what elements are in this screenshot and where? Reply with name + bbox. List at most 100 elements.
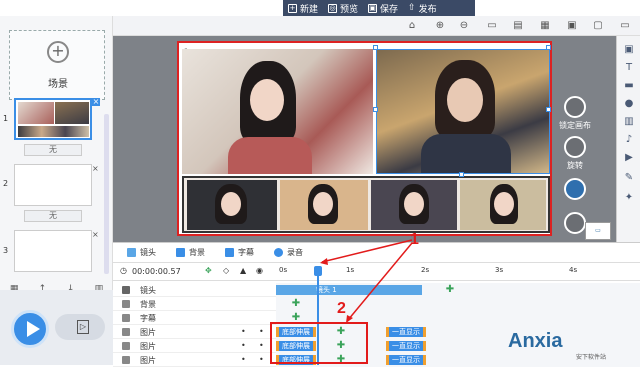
step-icon: ▷ xyxy=(77,320,89,334)
new-button[interactable]: + 新建 xyxy=(283,0,323,16)
top-menu-buttons: + 新建 ◎ 预览 ▣ 保存 ⇧ 发布 xyxy=(283,0,475,16)
add-scene-button[interactable]: + 场景 xyxy=(9,30,105,100)
playhead-handle[interactable] xyxy=(314,266,322,276)
tab-subtitle[interactable]: 字幕 xyxy=(225,247,254,258)
image-icon xyxy=(122,342,130,350)
resize-handle[interactable] xyxy=(546,107,551,112)
image-icon[interactable]: ▣ xyxy=(623,44,635,56)
shape-icon[interactable]: ▬ xyxy=(623,80,635,92)
transition-button-1[interactable]: 无 xyxy=(24,144,82,156)
crop-icon[interactable]: ▢ xyxy=(591,19,605,33)
preview-button[interactable]: ◎ 预览 xyxy=(323,0,363,16)
scene-thumbnail-1[interactable] xyxy=(14,98,92,140)
background-icon xyxy=(122,300,130,308)
tick-label: 0s xyxy=(279,266,288,274)
resize-handle[interactable] xyxy=(373,107,378,112)
track-row-background[interactable]: 背景 ✚ xyxy=(113,297,640,311)
keyframe-add-icon[interactable]: ✥ xyxy=(205,266,212,275)
scene-thumbnail-2[interactable] xyxy=(14,164,92,206)
annotation-number-1: 1 xyxy=(410,231,419,248)
resize-handle[interactable] xyxy=(459,172,464,177)
lock-canvas-icon[interactable] xyxy=(564,96,586,118)
tab-background[interactable]: 背景 xyxy=(176,247,205,258)
publish-label: 发布 xyxy=(418,4,437,15)
lock-track-icon[interactable]: ▲ xyxy=(240,266,246,275)
photo-large-right[interactable] xyxy=(376,49,550,174)
camera-clip[interactable]: 镜头 1 xyxy=(276,285,422,295)
exit-animation-tag[interactable]: 一直显示 xyxy=(386,355,426,365)
scene-canvas[interactable]: 1 xyxy=(177,41,552,236)
preview-label: 预览 xyxy=(340,4,359,15)
play-button[interactable] xyxy=(11,310,49,348)
scale-icon[interactable] xyxy=(564,212,586,234)
home-icon[interactable]: ⌂ xyxy=(405,19,419,33)
fullscreen-icon[interactable]: ▭ xyxy=(618,19,632,33)
row-label: 背景 xyxy=(140,300,156,309)
clock-icon: ◷ xyxy=(120,266,127,275)
pen-icon[interactable]: ✎ xyxy=(623,172,635,184)
watermark-logo: Anxia xyxy=(508,330,563,352)
transition-button-2[interactable]: 无 xyxy=(24,210,82,222)
top-menu-bar: + 新建 ◎ 预览 ▣ 保存 ⇧ 发布 xyxy=(0,0,640,16)
add-icon: + xyxy=(47,41,69,63)
scene-number: 2 xyxy=(3,179,9,188)
preview-icon: ◎ xyxy=(328,3,338,13)
zoom-in-icon[interactable]: ⊕ xyxy=(433,19,447,33)
annotation-box xyxy=(270,322,368,364)
photo-strip[interactable] xyxy=(182,176,550,233)
add-keyframe-icon[interactable]: ✚ xyxy=(290,298,302,310)
video-icon[interactable]: ▶ xyxy=(623,152,635,164)
new-file-icon: + xyxy=(288,3,297,13)
resize-handle[interactable] xyxy=(546,45,551,50)
canvas-toolbar: ⌂ ⊕ ⊖ ▭ ▤ ▦ ▣ ▢ ▭ xyxy=(113,16,640,36)
tab-record[interactable]: 录音 xyxy=(274,247,303,258)
track-lane[interactable]: 镜头 1 ✚ xyxy=(276,283,640,297)
tab-camera[interactable]: 镜头 xyxy=(127,247,156,258)
photo-large-left[interactable] xyxy=(182,49,373,174)
chart-icon[interactable]: ▥ xyxy=(623,116,635,128)
background-icon xyxy=(176,248,185,257)
scene-thumbnail-3[interactable] xyxy=(14,230,92,272)
rotate-icon[interactable] xyxy=(564,136,586,158)
lock-icon[interactable]: ▭ xyxy=(485,19,499,33)
step-frame-button[interactable]: ▷ xyxy=(55,314,105,340)
text-icon[interactable]: T xyxy=(623,62,635,74)
exit-animation-tag[interactable]: 一直显示 xyxy=(386,327,426,337)
layers-icon[interactable]: ▤ xyxy=(511,19,525,33)
music-icon[interactable]: ♪ xyxy=(623,134,635,146)
zoom-out-icon[interactable]: ⊖ xyxy=(457,19,471,33)
row-label: 字幕 xyxy=(140,314,156,323)
save-button[interactable]: ▣ 保存 xyxy=(363,0,403,16)
effect-icon[interactable]: ✦ xyxy=(623,192,635,204)
track-lane[interactable]: ✚ xyxy=(276,297,640,311)
watermark: Anxia 安下软件站 xyxy=(508,330,606,361)
bubble-icon[interactable]: ● xyxy=(623,98,635,110)
close-icon[interactable]: × xyxy=(92,98,100,106)
scene-number: 1 xyxy=(3,114,9,123)
grid-icon[interactable]: ▦ xyxy=(538,19,552,33)
resize-handle[interactable] xyxy=(373,45,378,50)
timeline-tabs: 镜头 背景 字幕 录音 xyxy=(113,243,640,263)
canvas-float-tools: 锁定画布 旋转 xyxy=(559,40,591,240)
publish-icon: ⇧ xyxy=(408,3,416,13)
subtitle-icon xyxy=(122,314,130,322)
keyframe-icon[interactable]: ◇ xyxy=(223,266,229,275)
angle-icon[interactable] xyxy=(564,178,586,200)
scene-scrollbar[interactable] xyxy=(104,114,109,274)
row-label: 图片 xyxy=(140,342,156,351)
close-icon[interactable]: × xyxy=(92,164,99,173)
eye-icon[interactable]: ◉ xyxy=(256,266,263,275)
row-label: 镜头 xyxy=(140,286,156,295)
fit-icon[interactable]: ▣ xyxy=(565,19,579,33)
publish-button[interactable]: ⇧ 发布 xyxy=(403,0,442,16)
track-row-subtitle[interactable]: 字幕 ✚ xyxy=(113,311,640,325)
exit-animation-tag[interactable]: 一直显示 xyxy=(386,341,426,351)
close-icon[interactable]: × xyxy=(92,230,99,239)
annotation-number-2: 2 xyxy=(337,300,346,317)
timeline-ruler[interactable]: ◷ 00:00:00.57 ✥ ◇ ▲ ◉ 0s 1s 2s 3s 4s xyxy=(113,263,640,281)
lock-canvas-label: 锁定画布 xyxy=(559,121,591,130)
camera-icon xyxy=(127,248,136,257)
track-row-camera[interactable]: 镜头 镜头 1 ✚ xyxy=(113,283,640,297)
add-keyframe-icon[interactable]: ✚ xyxy=(444,284,456,296)
row-label: 图片 xyxy=(140,328,156,337)
